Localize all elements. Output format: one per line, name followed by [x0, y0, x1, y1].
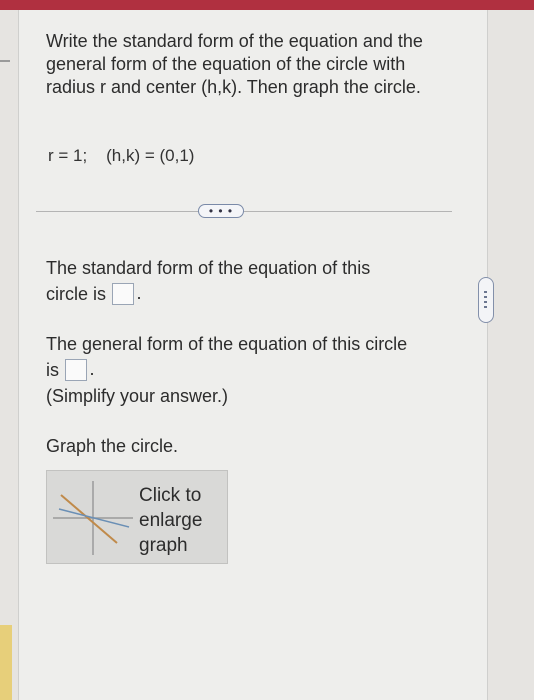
standard-form-line1: The standard form of the equation of thi… [46, 258, 371, 278]
graph-preview-icon [53, 481, 133, 555]
section-divider [36, 211, 452, 212]
ellipsis-icon: • • • [208, 204, 234, 218]
simplify-note: (Simplify your answer.) [46, 386, 229, 406]
standard-form-prompt: The standard form of the equation of thi… [46, 255, 426, 307]
vertical-ellipsis-icon[interactable] [478, 277, 494, 323]
more-button[interactable]: • • • [198, 204, 244, 218]
corner-tab [0, 625, 12, 700]
graph-prompt: Graph the circle. [46, 436, 179, 456]
general-form-line1: The general form of the equation of this… [46, 334, 408, 354]
standard-form-line2: circle is [46, 284, 107, 304]
question-text: Write the standard form of the equation … [46, 31, 423, 97]
left-edge-mark [0, 60, 10, 62]
graph-thumbnail-button[interactable]: Click to enlarge graph [46, 470, 228, 564]
general-form-line2: is [46, 360, 59, 380]
standard-form-answer-box[interactable] [112, 283, 135, 305]
top-accent-bar [0, 0, 534, 10]
given-values: r = 1; (h,k) = (0,1) [48, 146, 195, 165]
period [91, 373, 93, 375]
general-form-prompt: The general form of the equation of this… [46, 331, 456, 409]
general-form-answer-box[interactable] [65, 359, 87, 381]
period [138, 297, 141, 299]
graph-thumbnail-label: Click to enlarge graph [139, 485, 203, 556]
